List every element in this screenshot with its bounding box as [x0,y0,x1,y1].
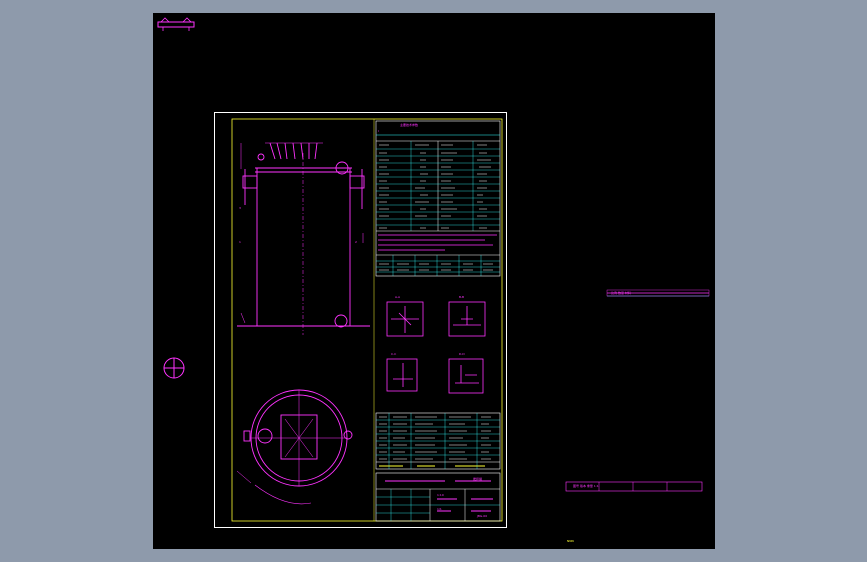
tank-elevation [237,142,370,335]
origin-marker-icon [163,357,185,379]
tank-plan [236,389,353,505]
title-block-sheet: 1/1 [437,507,442,511]
parts-list [375,412,501,470]
drawing-sheet[interactable]: 1 2 3 主要技术参数 Ⅰ A-A B-B C-C D-D 搅拌罐 JBG-0… [214,112,507,528]
tech-table [375,120,501,277]
svg-text:1: 1 [239,240,241,244]
right-table-b: 图号 版本 重量 1:1 [573,484,599,488]
cad-logo [157,17,195,31]
detail-views [386,301,486,394]
section-label-d: D-D [459,352,465,356]
section-label-b: B-B [459,295,465,299]
drawing-content: 1 2 3 [231,118,503,522]
title-block-name: 搅拌罐 [473,477,483,481]
tech-table-title: 主要技术参数 [400,123,419,127]
svg-text:2: 2 [355,240,357,244]
section-label-a: A-A [395,295,401,299]
section-label-c: C-C [391,352,397,356]
tech-table-subtitle: Ⅰ [378,129,379,133]
svg-text:3: 3 [239,206,241,210]
coord-readout: NNN [567,539,574,543]
right-table-a: 比例 数量 材料 [611,291,631,295]
title-block-scale: 1:10 [437,493,444,497]
title-block-drawing-no: JBG-00 [477,514,488,518]
